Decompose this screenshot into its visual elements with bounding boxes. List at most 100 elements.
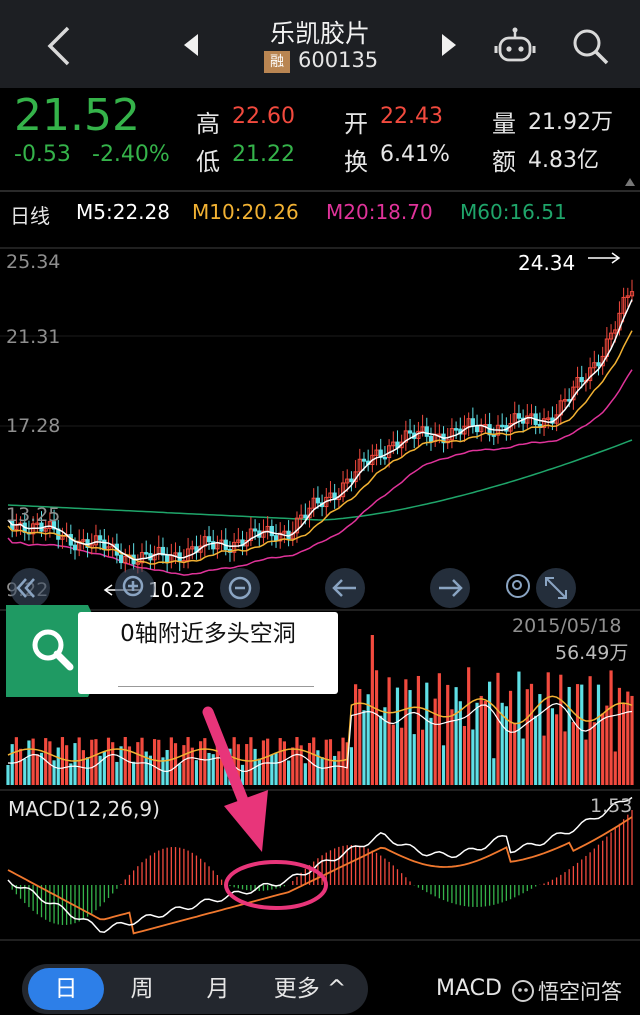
volume-bar — [622, 703, 626, 785]
volume-bar — [534, 715, 538, 785]
stock-code: 600135 — [298, 48, 379, 72]
ma10-value: M10:20.26 — [192, 200, 299, 224]
volume-value: 21.92万 — [528, 110, 613, 135]
ma60-line — [7, 439, 633, 521]
kline-chart[interactable]: 25.34 21.31 17.28 13.25 9.22 24.34 10.22… — [0, 236, 640, 942]
zoom-in-button[interactable] — [115, 568, 155, 608]
volume-bar — [132, 761, 136, 785]
volume-bar — [85, 757, 90, 785]
scroll-left-button[interactable] — [325, 568, 365, 608]
robot-assistant-icon[interactable] — [494, 26, 536, 66]
query-button[interactable] — [506, 574, 530, 598]
volume-bar — [282, 741, 287, 785]
moving-average-bar: 日线 M5:22.28 M10:20.26 M20:18.70 M60:16.5… — [0, 198, 640, 228]
watermark-logo-icon — [512, 980, 534, 1002]
volume-bar — [437, 673, 441, 785]
low-value: 21.22 — [232, 142, 295, 167]
volume-bar — [383, 707, 387, 785]
volume-bar — [370, 635, 374, 785]
volume-bar — [199, 741, 203, 785]
back-arrow-icon[interactable] — [40, 24, 80, 68]
volume-bar — [471, 729, 475, 785]
watermark-text: 悟空问答 — [538, 980, 622, 1004]
volume-bar — [6, 765, 10, 785]
ma20-value: M20:18.70 — [326, 200, 433, 224]
volume-bar — [626, 691, 630, 785]
candle-body — [361, 458, 367, 462]
volume-bar — [630, 695, 634, 785]
volume-bar — [152, 739, 157, 785]
previous-stock-triangle-icon[interactable] — [180, 32, 202, 58]
volume-bar — [186, 737, 190, 785]
volume-bar — [94, 739, 98, 785]
date-label: 2015/05/18 — [512, 615, 622, 637]
volume-bar — [433, 698, 437, 785]
volume-bar — [140, 737, 144, 785]
volume-bar — [207, 752, 211, 785]
volume-bar — [525, 689, 529, 785]
volume-bar — [35, 754, 39, 785]
volume-bar — [613, 751, 617, 785]
candle-body — [516, 413, 522, 419]
ma60-value: M60:16.51 — [460, 200, 567, 224]
volume-label: 量 — [492, 110, 516, 138]
volume-bar — [529, 683, 534, 785]
tab-month[interactable]: 月 — [190, 968, 246, 1010]
candle-body — [428, 435, 434, 442]
fullscreen-toggle-button[interactable] — [536, 568, 576, 608]
expand-chevron-icon[interactable] — [624, 172, 636, 191]
scroll-left-fast-button[interactable] — [10, 568, 50, 608]
volume-bar — [592, 722, 596, 785]
tab-day[interactable]: 日 — [28, 968, 104, 1010]
turnover-value: 6.41% — [380, 142, 450, 167]
volume-bar — [559, 674, 563, 785]
volume-bar — [479, 695, 483, 785]
volume-bar — [467, 667, 471, 785]
candle-body — [165, 554, 170, 563]
volume-bar — [596, 684, 601, 785]
volume-bar — [270, 754, 274, 785]
volume-bar — [307, 742, 312, 785]
ma60-path — [7, 439, 633, 521]
volume-bar — [14, 737, 18, 785]
volume-bar — [425, 682, 429, 785]
candle-body — [596, 362, 601, 367]
volume-bar — [462, 725, 467, 785]
volume-bar — [446, 684, 450, 785]
candle-body — [144, 552, 149, 555]
volume-bar — [31, 738, 35, 785]
volume-bar — [421, 729, 425, 785]
volume-bar — [496, 672, 500, 785]
volume-bar — [441, 745, 446, 785]
volume-bar — [274, 752, 278, 785]
scroll-right-button[interactable] — [430, 568, 470, 608]
volume-bar — [400, 727, 404, 785]
volume-bar — [416, 675, 421, 785]
volume-bar — [584, 739, 588, 785]
candle-body — [303, 514, 308, 519]
volume-bar — [106, 737, 111, 785]
volume-bar — [588, 676, 592, 785]
volume-bar — [18, 748, 23, 785]
volume-bar — [488, 681, 492, 785]
callout-text: 0轴附近多头空洞 — [120, 621, 296, 647]
ma10-path — [7, 330, 633, 565]
volume-bar — [341, 737, 345, 785]
turnover-label: 换 — [344, 148, 368, 176]
volume-max-label: 56.49万 — [555, 642, 628, 664]
open-label: 开 — [344, 110, 368, 138]
volume-bar — [571, 722, 575, 785]
volume-bar — [173, 743, 178, 785]
next-stock-triangle-icon[interactable] — [438, 32, 460, 58]
indicator-selector[interactable]: MACD — [436, 976, 502, 1001]
tab-week[interactable]: 周 — [114, 968, 170, 1010]
volume-bar — [194, 760, 199, 785]
volume-bar — [395, 687, 400, 785]
y-label-2: 21.31 — [6, 326, 60, 348]
y-label-3: 17.28 — [6, 415, 60, 437]
divider — [0, 190, 640, 192]
volume-bar — [617, 687, 622, 785]
search-icon[interactable] — [570, 26, 610, 66]
tab-more[interactable]: 更多 ^ — [262, 968, 358, 1010]
zoom-out-button[interactable] — [220, 568, 260, 608]
